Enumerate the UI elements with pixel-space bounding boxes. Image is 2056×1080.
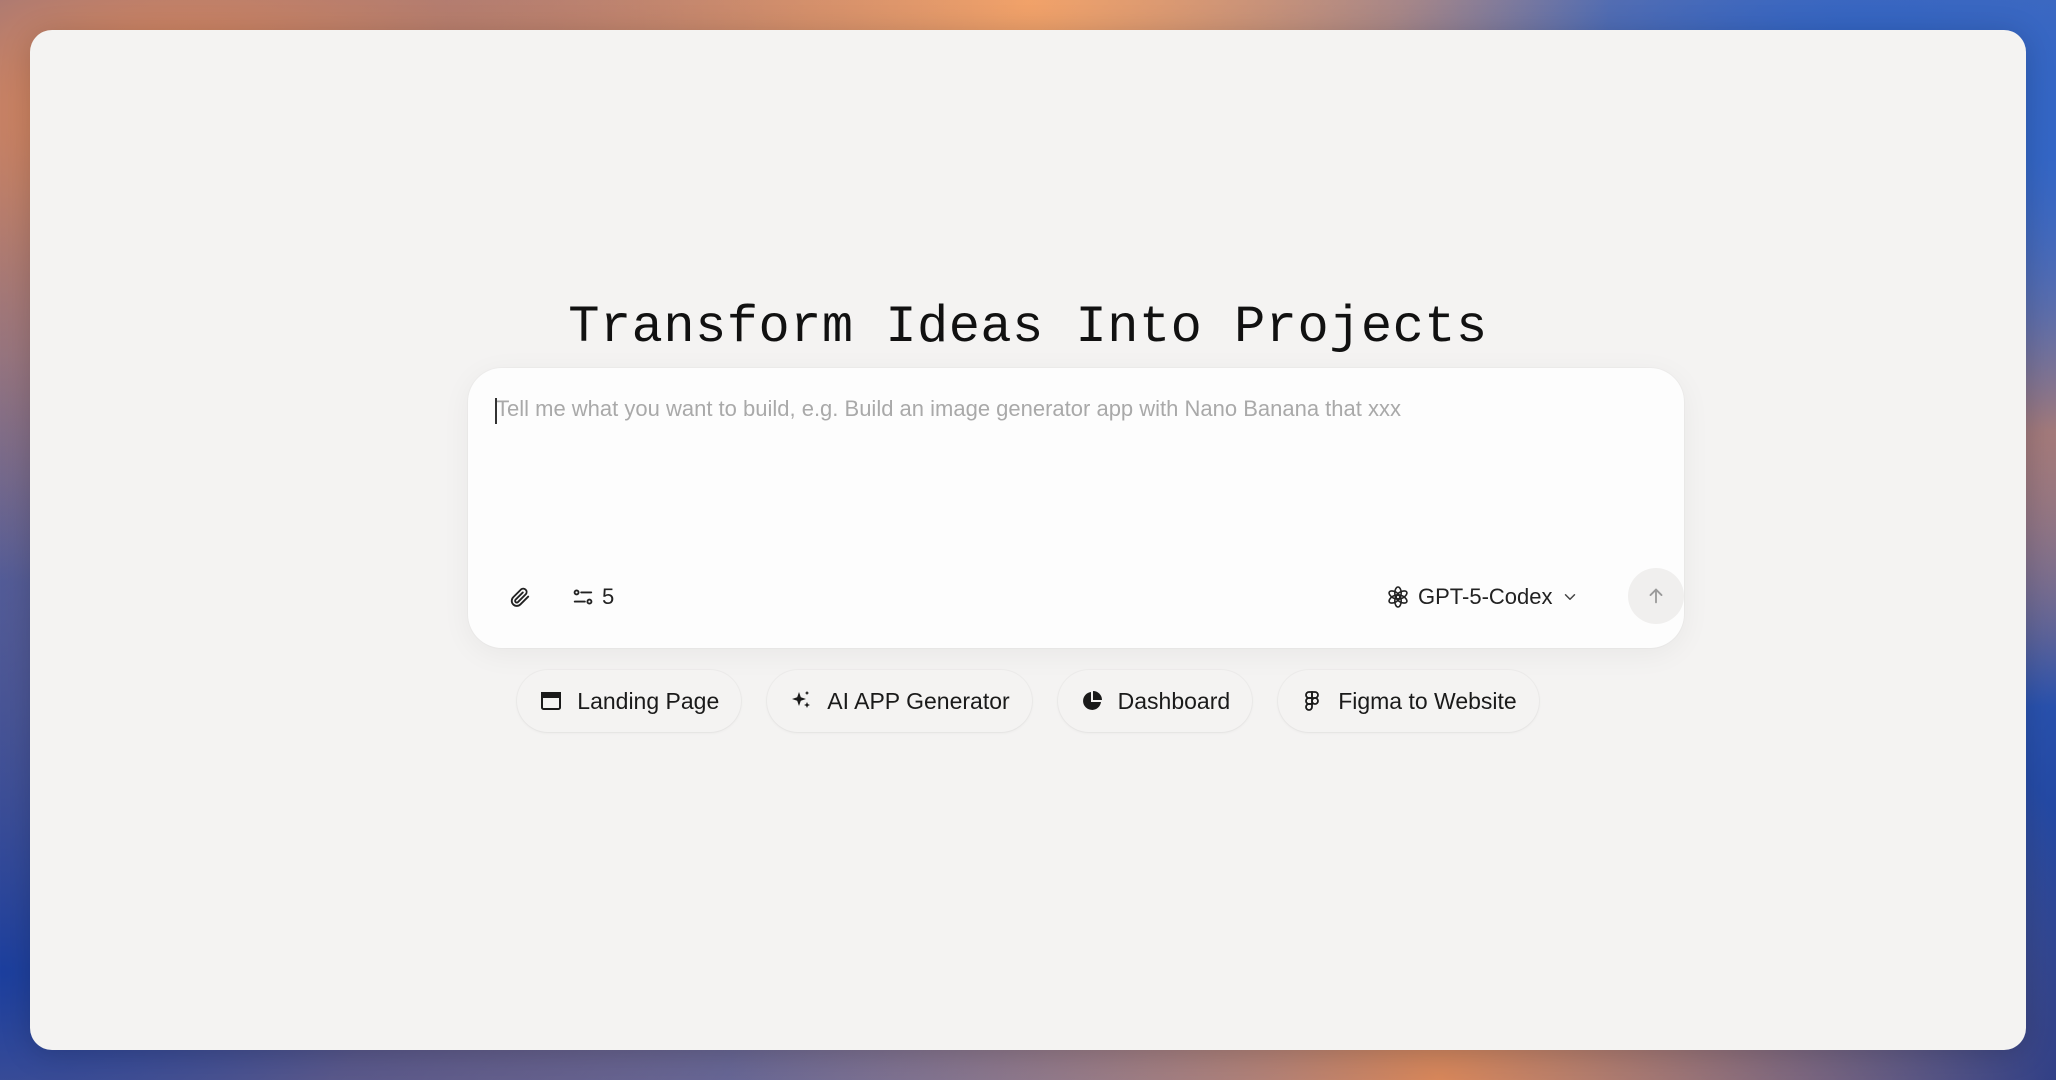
suggestion-chips: Landing Page AI APP Generator Dashboard <box>30 670 2026 732</box>
chip-dashboard[interactable]: Dashboard <box>1057 670 1253 732</box>
prompt-input[interactable] <box>496 394 1656 534</box>
chip-label: Landing Page <box>577 687 720 714</box>
sliders-icon <box>572 586 594 608</box>
chip-figma-to-website[interactable]: Figma to Website <box>1278 670 1539 732</box>
prompt-composer: 5 GPT-5-Codex <box>468 368 1684 648</box>
steps-count: 5 <box>602 584 615 609</box>
attach-button[interactable] <box>504 581 536 613</box>
chip-label: Dashboard <box>1117 687 1231 714</box>
browser-window-icon <box>539 689 563 713</box>
steps-button[interactable]: 5 <box>572 581 614 613</box>
chip-landing-page[interactable]: Landing Page <box>517 670 742 732</box>
model-selector[interactable]: GPT-5-Codex <box>1386 581 1579 613</box>
arrow-up-icon <box>1645 585 1667 607</box>
pie-chart-icon <box>1080 689 1104 713</box>
paperclip-icon <box>509 586 531 608</box>
sparkles-icon <box>789 689 813 713</box>
openai-logo-icon <box>1386 585 1410 609</box>
text-caret <box>495 398 497 424</box>
chevron-down-icon <box>1561 588 1579 606</box>
page-title: Transform Ideas Into Projects <box>568 298 1488 357</box>
model-label: GPT-5-Codex <box>1418 584 1553 609</box>
chip-label: Figma to Website <box>1338 687 1517 714</box>
app-window: Transform Ideas Into Projects 5 <box>30 30 2026 1050</box>
chip-label: AI APP Generator <box>827 687 1010 714</box>
chip-ai-app-generator[interactable]: AI APP Generator <box>767 670 1032 732</box>
send-button[interactable] <box>1628 568 1684 624</box>
figma-icon <box>1300 689 1324 713</box>
